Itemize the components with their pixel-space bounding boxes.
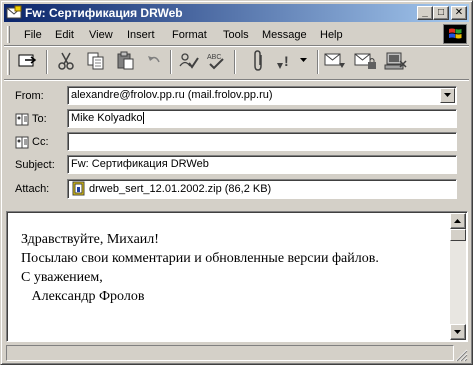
copy-button[interactable] [84,49,108,73]
chevron-down-icon [300,58,307,62]
windows-logo-icon [443,24,467,44]
toolbar-separator [317,50,319,74]
body-line: Посылаю свои комментарии и обновленные в… [21,251,379,266]
attachment-name[interactable]: drweb_sert_12.01.2002.zip (86,2 KB) [89,181,271,197]
envelope-icon [6,5,22,19]
subject-value: Fw: Сертификация DRWeb [71,158,209,170]
menu-view[interactable]: View [89,28,113,42]
arrow-down-icon [454,329,461,334]
toolbar: ABC ! [4,47,469,77]
menu-message[interactable]: Message [262,28,307,42]
menu-tools[interactable]: Tools [223,28,249,42]
subject-label: Subject: [15,159,55,171]
svg-text:!: ! [284,53,289,69]
toolbar-separator-line [4,79,469,81]
resize-grip-icon[interactable] [455,349,468,362]
menu-insert[interactable]: Insert [127,28,155,42]
undo-icon [148,56,160,63]
copy-icon [87,52,104,70]
priority-dropdown[interactable] [298,49,310,73]
to-label[interactable]: To: [15,112,47,126]
zip-file-icon [72,181,85,196]
scroll-up-button[interactable] [450,213,466,229]
scroll-down-button[interactable] [450,324,466,340]
encrypt-button[interactable] [354,49,378,73]
menu-bar: File Edit View Insert Format Tools Messa… [4,24,469,44]
message-body[interactable]: Здравствуйте, Михаил! Посылаю свои комме… [6,211,468,342]
paste-icon [117,51,134,70]
attach-button[interactable] [247,49,271,73]
offline-button[interactable] [384,49,408,73]
cut-icon [58,52,74,70]
subject-field[interactable]: Fw: Сертификация DRWeb [67,155,457,174]
encrypt-icon [354,53,376,69]
body-line: С уважением, [21,270,103,285]
send-button[interactable] [16,49,40,73]
maximize-button[interactable]: □ [433,6,449,20]
address-book-icon [15,113,29,125]
toolbar-separator [170,50,172,74]
window-title: Fw: Сертификация DRWeb [25,6,183,20]
body-line: Александр Фролов [21,289,145,304]
status-pane [6,345,454,361]
priority-button[interactable]: ! [274,49,298,73]
from-field[interactable]: alexandre@frolov.pp.ru (mail.frolov.pp.r… [67,86,457,105]
sign-button[interactable] [324,49,348,73]
menu-help[interactable]: Help [320,28,343,42]
message-text[interactable]: Здравствуйте, Михаил! Посылаю свои комме… [21,230,451,306]
text-cursor [142,112,144,125]
svg-text:ABC: ABC [207,54,221,61]
offline-icon [384,52,407,70]
send-icon [18,54,37,67]
title-bar[interactable]: Fw: Сертификация DRWeb _ □ ✕ [4,4,469,22]
check-names-button[interactable] [176,49,200,73]
toolbar-separator [234,50,236,74]
message-window: Fw: Сертификация DRWeb _ □ ✕ File Edit V… [0,0,473,365]
cc-label[interactable]: Cc: [15,135,49,149]
from-label: From: [15,90,44,102]
priority-icon: ! [277,53,289,69]
menu-file[interactable]: File [24,28,42,42]
paste-button[interactable] [114,49,138,73]
toolbar-grip[interactable] [7,50,10,75]
arrow-up-icon [454,218,461,223]
body-line: Здравствуйте, Михаил! [21,232,159,247]
vertical-scrollbar[interactable] [450,213,466,340]
from-value: alexandre@frolov.pp.ru (mail.frolov.pp.r… [71,89,273,101]
sign-icon [324,53,345,68]
attach-label: Attach: [15,183,50,195]
spelling-button[interactable]: ABC [204,49,228,73]
to-field[interactable]: Mike Kolyadko [67,109,457,128]
to-value: Mike Kolyadko [71,112,143,124]
attach-field[interactable]: drweb_sert_12.01.2002.zip (86,2 KB) [67,179,457,199]
chevron-down-icon [443,93,451,97]
menu-format[interactable]: Format [172,28,207,42]
scroll-thumb[interactable] [450,229,466,241]
paperclip-icon [254,50,262,71]
address-book-icon [15,136,29,148]
spelling-icon: ABC [207,54,224,70]
cc-field[interactable] [67,132,457,151]
check-names-icon [179,53,199,69]
toolbar-separator [46,50,48,74]
menu-edit[interactable]: Edit [55,28,74,42]
status-bar [6,344,468,362]
minimize-button[interactable]: _ [417,6,433,20]
cut-button[interactable] [54,49,78,73]
undo-button[interactable] [142,49,166,73]
from-dropdown-button[interactable] [440,88,455,103]
close-button[interactable]: ✕ [451,6,467,20]
menu-grip[interactable] [7,26,10,43]
